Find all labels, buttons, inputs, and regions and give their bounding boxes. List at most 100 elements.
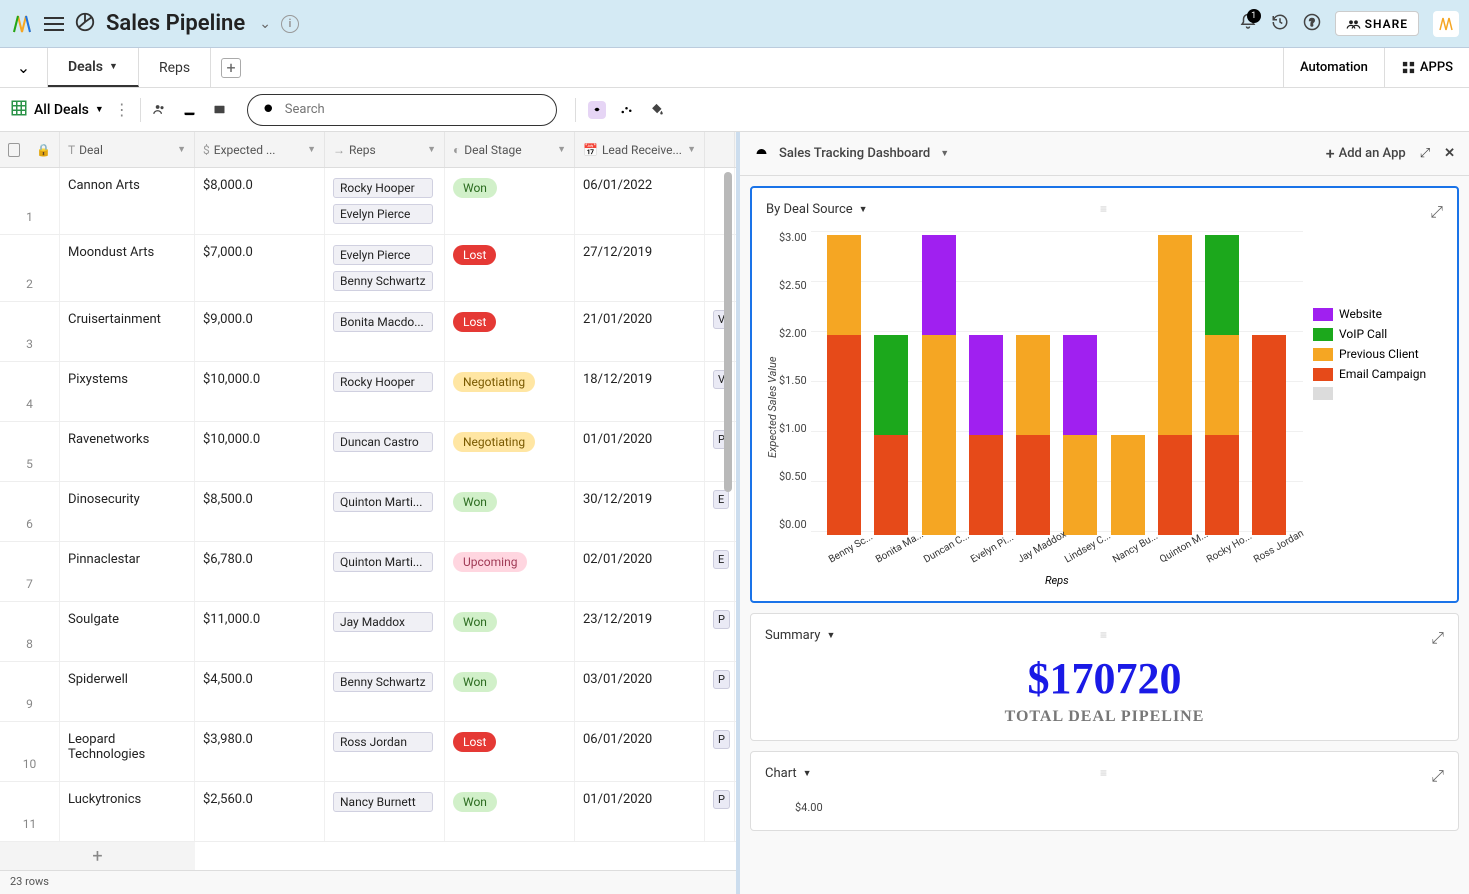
people-icon[interactable] — [151, 101, 169, 119]
visibility-icon[interactable] — [588, 101, 606, 119]
filter-icon[interactable] — [678, 101, 696, 119]
drag-handle-icon[interactable]: ≡ — [1100, 628, 1109, 642]
bar[interactable] — [827, 235, 861, 535]
cell-stage[interactable]: Lost — [445, 235, 575, 301]
bar[interactable] — [1063, 335, 1097, 535]
add-row-button[interactable]: + — [0, 842, 195, 870]
bar[interactable] — [1016, 335, 1050, 535]
view-selector[interactable]: All Deals ▼ — [10, 99, 104, 121]
col-lead[interactable]: 📅Lead Receive...▼ — [575, 132, 705, 167]
cell-extra[interactable]: V — [705, 302, 735, 361]
view-more-icon[interactable]: ⋮ — [114, 100, 130, 119]
cell-stage[interactable]: Lost — [445, 722, 575, 781]
bar[interactable] — [874, 335, 908, 535]
cell-extra[interactable]: P — [705, 602, 735, 661]
rep-chip[interactable]: Quinton Marti... — [333, 552, 433, 572]
drag-handle-icon[interactable]: ≡ — [1100, 766, 1109, 780]
table-row[interactable]: 8Soulgate$11,000.0Jay MaddoxWon23/12/201… — [0, 602, 736, 662]
cell-extra[interactable]: P — [705, 662, 735, 721]
col-stage[interactable]: ◐Deal Stage▼ — [445, 132, 575, 167]
cell-extra[interactable]: P — [705, 722, 735, 781]
rep-chip[interactable]: Benny Schwartz — [333, 672, 433, 692]
cell-extra[interactable]: P — [705, 782, 735, 841]
rep-chip[interactable]: Evelyn Pierce — [333, 204, 433, 224]
cell-lead[interactable]: 02/01/2020 — [575, 542, 705, 601]
cell-reps[interactable]: Bonita Macdo... — [325, 302, 445, 361]
table-row[interactable]: 7Pinnaclestar$6,780.0Quinton Marti...Upc… — [0, 542, 736, 602]
cell-extra[interactable] — [705, 168, 735, 234]
bar[interactable] — [969, 335, 1003, 535]
table-row[interactable]: 9Spiderwell$4,500.0Benny SchwartzWon03/0… — [0, 662, 736, 722]
cell-expected[interactable]: $3,980.0 — [195, 722, 325, 781]
help-icon[interactable]: ? — [1303, 13, 1321, 35]
cell-deal[interactable]: Cannon Arts — [60, 168, 195, 234]
col-reps[interactable]: →Reps▼ — [325, 132, 445, 167]
cell-lead[interactable]: 03/01/2020 — [575, 662, 705, 721]
table-row[interactable]: 4Pixystems$10,000.0Rocky HooperNegotiati… — [0, 362, 736, 422]
cell-deal[interactable]: Dinosecurity — [60, 482, 195, 541]
table-row[interactable]: 3Cruisertainment$9,000.0Bonita Macdo...L… — [0, 302, 736, 362]
cell-reps[interactable]: Rocky HooperEvelyn Pierce — [325, 168, 445, 234]
rep-chip[interactable]: Ross Jordan — [333, 732, 433, 752]
rep-chip[interactable]: Jay Maddox — [333, 612, 433, 632]
cell-stage[interactable]: Upcoming — [445, 542, 575, 601]
bar[interactable] — [1111, 435, 1145, 535]
tab-deals[interactable]: Deals▼ — [48, 48, 139, 87]
cell-deal[interactable]: Pixystems — [60, 362, 195, 421]
table-row[interactable]: 6Dinosecurity$8,500.0Quinton Marti...Won… — [0, 482, 736, 542]
rep-chip[interactable]: Rocky Hooper — [333, 372, 433, 392]
title-dropdown-icon[interactable]: ⌄ — [259, 16, 271, 32]
cell-deal[interactable]: Moondust Arts — [60, 235, 195, 301]
cell-reps[interactable]: Quinton Marti... — [325, 482, 445, 541]
cell-extra[interactable] — [705, 235, 735, 301]
summary-card[interactable]: ≡ ⤢ Summary▼ $170720 TOTAL DEAL PIPELINE — [750, 613, 1459, 741]
add-app-button[interactable]: +Add an App — [1326, 144, 1406, 163]
cell-reps[interactable]: Jay Maddox — [325, 602, 445, 661]
app-icon-small[interactable] — [1433, 11, 1459, 37]
adjust-icon[interactable] — [618, 101, 636, 119]
cell-lead[interactable]: 18/12/2019 — [575, 362, 705, 421]
apps-button[interactable]: APPS — [1384, 48, 1469, 87]
cell-deal[interactable]: Leopard Technologies — [60, 722, 195, 781]
table-row[interactable]: 1Cannon Arts$8,000.0Rocky HooperEvelyn P… — [0, 168, 736, 235]
cell-deal[interactable]: Cruisertainment — [60, 302, 195, 361]
table-row[interactable]: 10Leopard Technologies$3,980.0Ross Jorda… — [0, 722, 736, 782]
tab-reps[interactable]: Reps — [139, 48, 211, 87]
cell-stage[interactable]: Lost — [445, 302, 575, 361]
add-tab-button[interactable]: + — [211, 48, 251, 87]
cell-reps[interactable]: Nancy Burnett — [325, 782, 445, 841]
chart2-card[interactable]: ≡ ⤢ Chart▼ $4.00 — [750, 751, 1459, 831]
col-extra[interactable] — [705, 132, 735, 167]
cell-lead[interactable]: 30/12/2019 — [575, 482, 705, 541]
rep-chip[interactable]: Duncan Castro — [333, 432, 433, 452]
cell-expected[interactable]: $8,500.0 — [195, 482, 325, 541]
col-deal[interactable]: TDeal▼ — [60, 132, 195, 167]
cell-stage[interactable]: Won — [445, 482, 575, 541]
menu-icon[interactable] — [44, 17, 64, 31]
cell-expected[interactable]: $2,560.0 — [195, 782, 325, 841]
cell-stage[interactable]: Won — [445, 662, 575, 721]
cell-extra[interactable]: E — [705, 482, 735, 541]
cell-reps[interactable]: Benny Schwartz — [325, 662, 445, 721]
cell-expected[interactable]: $4,500.0 — [195, 662, 325, 721]
cell-expected[interactable]: $8,000.0 — [195, 168, 325, 234]
col-expected[interactable]: $Expected ...▼ — [195, 132, 325, 167]
info-icon[interactable]: i — [281, 15, 299, 33]
cell-lead[interactable]: 06/01/2022 — [575, 168, 705, 234]
cell-reps[interactable]: Rocky Hooper — [325, 362, 445, 421]
bar[interactable] — [1158, 235, 1192, 535]
history-icon[interactable] — [1271, 13, 1289, 35]
card-icon[interactable] — [211, 101, 229, 119]
cell-stage[interactable]: Negotiating — [445, 422, 575, 481]
table-row[interactable]: 11Luckytronics$2,560.0Nancy BurnettWon01… — [0, 782, 736, 842]
cell-deal[interactable]: Luckytronics — [60, 782, 195, 841]
cell-extra[interactable]: E — [705, 542, 735, 601]
cell-lead[interactable]: 21/01/2020 — [575, 302, 705, 361]
bar[interactable] — [922, 235, 956, 535]
search-box[interactable] — [247, 94, 557, 126]
cell-expected[interactable]: $11,000.0 — [195, 602, 325, 661]
cell-deal[interactable]: Ravenetworks — [60, 422, 195, 481]
cell-extra[interactable]: P — [705, 422, 735, 481]
cell-extra[interactable]: V — [705, 362, 735, 421]
cell-lead[interactable]: 01/01/2020 — [575, 782, 705, 841]
